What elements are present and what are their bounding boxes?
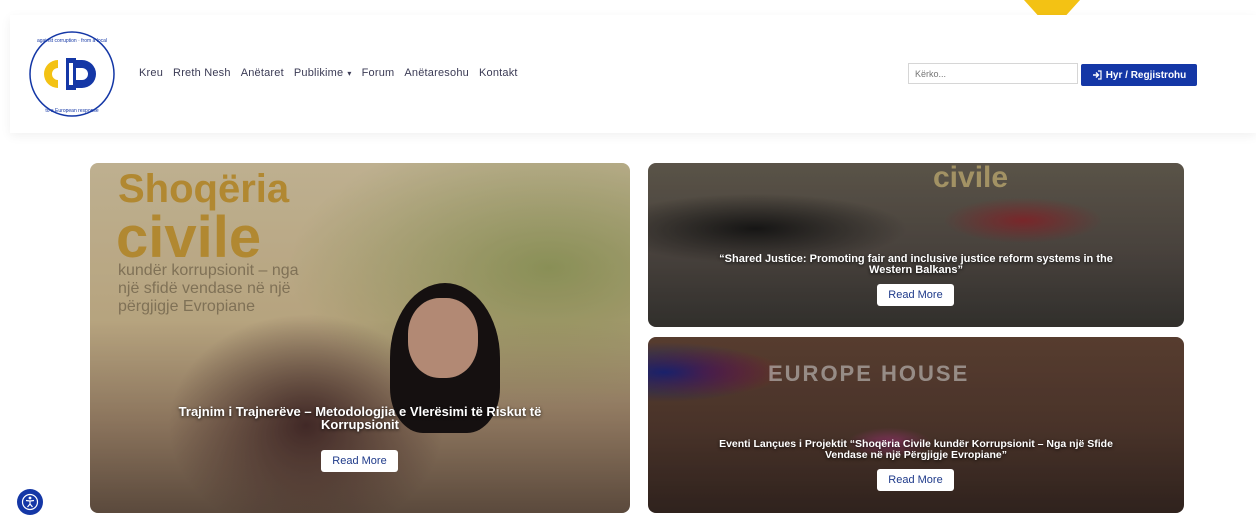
main-nav: Kreu Rreth Nesh Anëtaret Publikime ▾ Foru… xyxy=(139,67,528,79)
nav-item-publikime-label: Publikime xyxy=(293,67,344,79)
login-register-button[interactable]: Hyr / Regjistrohu xyxy=(1081,64,1197,86)
accessibility-icon xyxy=(21,493,39,511)
nav-item-kontakt[interactable]: Kontakt xyxy=(479,67,518,79)
post-card-shared-justice[interactable]: civile “Shared Justice: Promoting fair a… xyxy=(648,163,1184,327)
search-input[interactable] xyxy=(908,63,1078,84)
nav-item-rreth-nesh[interactable]: Rreth Nesh xyxy=(173,67,231,79)
nav-item-forum[interactable]: Forum xyxy=(362,67,395,79)
svg-text:to a European response: to a European response xyxy=(45,108,99,114)
nav-item-kreu[interactable]: Kreu xyxy=(139,67,163,79)
nav-item-anetaresohu[interactable]: Anëtaresohu xyxy=(404,67,469,79)
launch-event-read-more-button[interactable]: Read More xyxy=(877,469,954,491)
nav-item-publikime[interactable]: Publikime ▾ xyxy=(294,67,352,79)
nav-item-anetaret[interactable]: Anëtaret xyxy=(241,67,284,79)
site-logo[interactable]: against corruption · from a local to a E… xyxy=(28,30,116,118)
shared-justice-read-more-button[interactable]: Read More xyxy=(877,284,954,306)
sign-in-icon xyxy=(1092,70,1102,80)
accessibility-button[interactable] xyxy=(17,489,43,515)
featured-post-card[interactable]: Shoqëria civile kundër korrupsionit – ng… xyxy=(90,163,630,513)
post-card-launch-event[interactable]: EUROPE HOUSE Eventi Lançues i Projektit … xyxy=(648,337,1184,513)
svg-text:against corruption · from a lo: against corruption · from a local xyxy=(37,38,107,44)
launch-event-title[interactable]: Eventi Lançues i Projektit “Shoqëria Civ… xyxy=(648,439,1184,460)
shared-justice-title[interactable]: “Shared Justice: Promoting fair and incl… xyxy=(648,254,1184,276)
login-register-label: Hyr / Regjistrohu xyxy=(1105,69,1187,81)
featured-post-title[interactable]: Trajnim i Trajnerëve – Metodologjia e Vl… xyxy=(90,405,630,431)
featured-read-more-button[interactable]: Read More xyxy=(321,450,398,472)
chevron-down-icon: ▾ xyxy=(347,69,352,78)
